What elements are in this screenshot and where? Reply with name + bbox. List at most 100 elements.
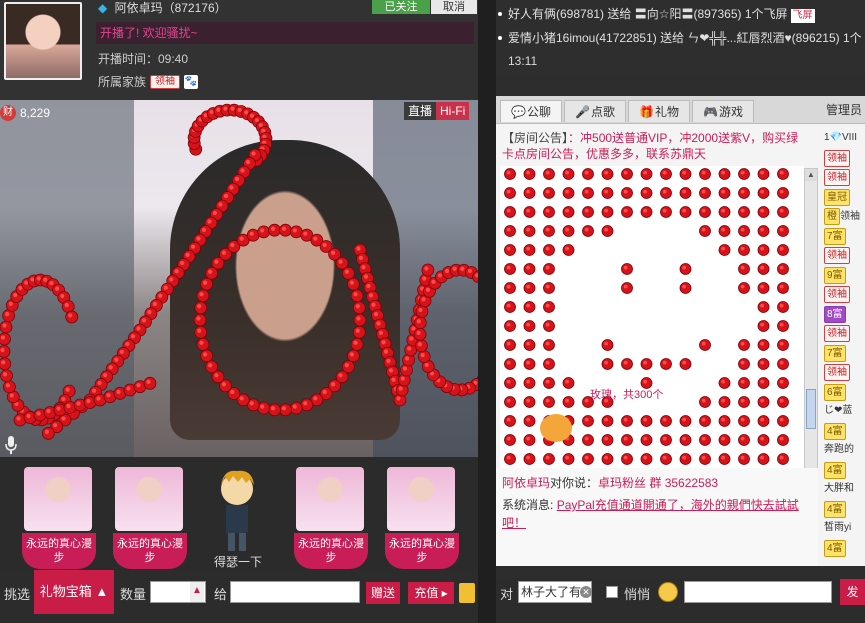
- manager-list-item[interactable]: 4富: [824, 422, 865, 440]
- message-sender[interactable]: 阿依卓玛: [502, 476, 550, 490]
- emoji-picker-icon[interactable]: [658, 582, 678, 602]
- manager-badge: 领袖: [824, 149, 850, 167]
- room-announcement: 【房间公告】：冲500送普通VIP，冲2000送紫V，购买绿卡点房间公告，优惠多…: [502, 130, 804, 162]
- clear-target-icon[interactable]: ✕: [580, 586, 592, 598]
- gift-item[interactable]: 永远的真心漫步: [385, 463, 459, 569]
- manager-badge: 4富: [824, 461, 846, 479]
- tab-label: 公聊: [526, 105, 551, 119]
- ticker-line: 好人有俩(698781) 送给 〓向☆阳〓(897365) 1个飞屏 飞屏: [496, 2, 865, 26]
- gift-effect-toggle-icon[interactable]: [459, 583, 475, 603]
- tab-games[interactable]: 🎮游戏: [692, 100, 754, 122]
- manager-badge: 皇冠: [824, 188, 850, 206]
- chat-panel: 💬公聊 🎤点歌 🎁礼物 🎮游戏 【房间公告】：冲500送普通VIP，冲2000送…: [496, 96, 822, 566]
- manager-list-item[interactable]: 领袖: [824, 364, 865, 381]
- manager-list-item[interactable]: 4富: [824, 539, 865, 557]
- video-stream[interactable]: 晚上: [0, 100, 478, 457]
- host-name-row: ◆ 阿依卓玛（872176）: [98, 0, 227, 16]
- manager-list-item[interactable]: 大胖和: [824, 481, 865, 498]
- manager-list-header[interactable]: 管理员: [822, 96, 865, 124]
- manager-list-item[interactable]: 皙雨yi: [824, 520, 865, 537]
- gift-photo: [296, 467, 364, 531]
- ticker-text: 好人有俩(698781) 送给 〓向☆阳〓(897365) 1个飞屏: [508, 7, 788, 21]
- host-name: 阿依卓玛（872176）: [114, 1, 227, 15]
- gift-photo: [24, 467, 92, 531]
- gift-label: 得瑟一下: [213, 555, 262, 569]
- chat-message-input[interactable]: [684, 581, 832, 603]
- manager-name: 蓝: [842, 405, 853, 416]
- manager-list-item[interactable]: 1💎VIII: [824, 130, 865, 147]
- tab-gifts[interactable]: 🎁礼物: [628, 100, 690, 122]
- chat-target-label: 对: [500, 587, 514, 602]
- manager-list-item[interactable]: 橙领袖: [824, 208, 865, 225]
- manager-badge: 领袖: [824, 325, 850, 342]
- manager-badge: じ❤: [824, 405, 843, 416]
- follow-button[interactable]: 已关注: [372, 0, 430, 14]
- manager-list-panel: 管理员 1💎VIII 领袖 领袖 皇冠橙领袖 7富 领袖 9富 领袖 8富 领袖 7富 领袖 6富 じ❤蓝…: [822, 96, 865, 566]
- gift-item[interactable]: 永远的真心漫步: [22, 463, 96, 569]
- manager-list-item[interactable]: 领袖: [824, 149, 865, 167]
- manager-list-item[interactable]: 7富: [824, 344, 865, 362]
- microphone-icon[interactable]: [4, 436, 18, 454]
- manager-list-item[interactable]: 6富: [824, 383, 865, 401]
- manager-badge: 7富: [824, 344, 846, 362]
- recipient-label: 给: [214, 587, 228, 602]
- gift-item[interactable]: 永远的真心漫步: [113, 463, 187, 569]
- manager-badge: 领袖: [824, 286, 850, 303]
- manager-list-item[interactable]: 领袖: [824, 169, 865, 186]
- manager-badge: 4富: [824, 422, 846, 440]
- give-button[interactable]: 赠送: [366, 582, 400, 604]
- send-button[interactable]: 发: [840, 579, 865, 605]
- tab-label: 游戏: [718, 105, 743, 119]
- whisper-label: 悄悄: [624, 587, 651, 602]
- host-avatar[interactable]: [4, 2, 82, 80]
- manager-badge: 橙: [824, 208, 840, 225]
- manager-badge: 领袖: [824, 364, 850, 381]
- live-badge: 直播 Hi-Fi: [404, 102, 470, 120]
- scrollbar-thumb[interactable]: [806, 389, 816, 429]
- gift-icon: 🎁: [638, 105, 654, 119]
- family-row: 所属家族 领袖 🐾: [98, 73, 199, 90]
- manager-list-item[interactable]: 皇冠: [824, 188, 865, 206]
- manager-list-item[interactable]: 8富: [824, 305, 865, 323]
- manager-list-item[interactable]: 领袖: [824, 286, 865, 303]
- quality-label[interactable]: Hi-Fi: [436, 102, 470, 120]
- manager-list-item[interactable]: 领袖: [824, 247, 865, 264]
- manager-list-item[interactable]: 奔跑的: [824, 442, 865, 459]
- tab-public-chat[interactable]: 💬公聊: [500, 100, 562, 122]
- paw-icon[interactable]: 🐾: [184, 74, 199, 89]
- chat-message-area[interactable]: 玫瑰，共300个: [500, 166, 804, 496]
- left-column: ◆ 阿依卓玛（872176） 已关注 取消 开播了! 欢迎骚扰~ 开播时间：09…: [0, 0, 478, 623]
- gift-item[interactable]: 永远的真心漫步: [294, 463, 368, 569]
- manager-list-item[interactable]: 4富: [824, 461, 865, 479]
- speech-bubble-icon: 💬: [510, 105, 526, 119]
- tab-song-request[interactable]: 🎤点歌: [564, 100, 626, 122]
- gift-box-button[interactable]: 礼物宝箱 ▲: [34, 570, 114, 614]
- family-label: 所属家族: [98, 75, 147, 89]
- manager-badge: 领袖: [824, 247, 850, 264]
- tab-label: 礼物: [654, 105, 679, 119]
- bullet-icon: [498, 36, 502, 40]
- manager-list-item[interactable]: 9富: [824, 266, 865, 284]
- gift-label: 永远的真心漫步: [294, 533, 368, 569]
- manager-badge: 皙雨yi: [824, 522, 852, 533]
- chat-tabbar: 💬公聊 🎤点歌 🎁礼物 🎮游戏: [496, 96, 822, 124]
- gift-label: 永远的真心漫步: [385, 533, 459, 569]
- whisper-checkbox[interactable]: [606, 586, 618, 598]
- manager-list-item[interactable]: じ❤蓝: [824, 403, 865, 420]
- diamond-icon: ◆: [98, 1, 108, 15]
- manager-list-item[interactable]: 4富: [824, 500, 865, 518]
- ticker-line: 爱情小猪16imou(41722851) 送给 ㄣ❤╬╬...紅唇烈酒♥(896…: [496, 26, 865, 50]
- quantity-dropdown-arrow[interactable]: ▲: [190, 582, 204, 602]
- ticker-time: 13:11: [508, 54, 538, 68]
- family-badge[interactable]: 领袖: [150, 74, 181, 89]
- cartoon-boy-gift[interactable]: [210, 467, 264, 557]
- manager-badge: 1💎: [824, 132, 843, 143]
- recipient-input[interactable]: [230, 581, 360, 603]
- recharge-button[interactable]: 充值 ▸: [408, 582, 454, 604]
- gift-row: 永远的真心漫步 永远的真心漫步 得瑟一下 永远的真心漫步 永远的真心漫步: [0, 457, 478, 570]
- manager-list-item[interactable]: 领袖: [824, 325, 865, 342]
- scroll-up-arrow-icon[interactable]: ▲: [805, 169, 817, 181]
- manager-list-item[interactable]: 7富: [824, 227, 865, 245]
- chat-input-bar: 对 林子大了有 ✕ 悄悄 发: [496, 578, 865, 623]
- cancel-follow-button[interactable]: 取消: [431, 0, 477, 14]
